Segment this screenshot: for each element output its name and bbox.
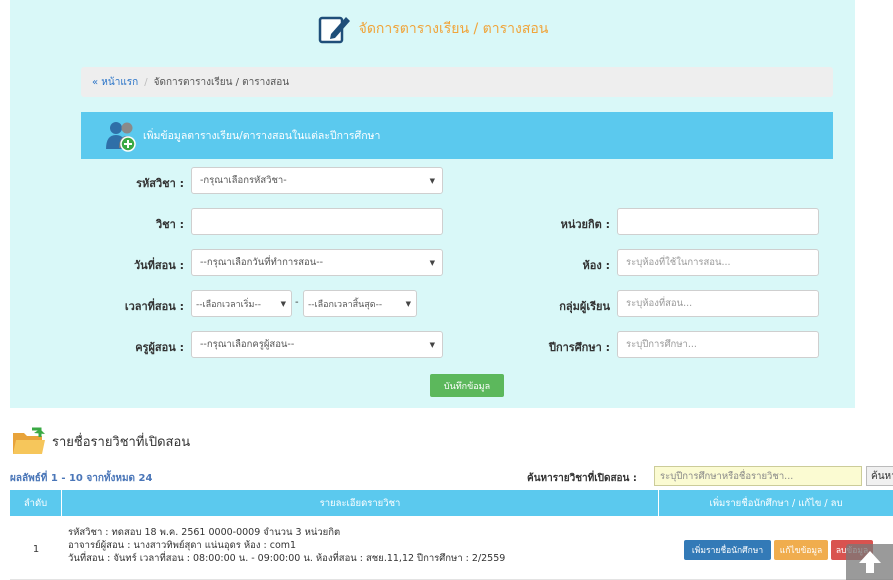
teacher-label: ครูผู้สอน : xyxy=(135,341,184,354)
teacher-selected: --กรุณาเลือกครูผู้สอน-- xyxy=(200,339,295,350)
time-dash: - xyxy=(295,297,299,308)
breadcrumb-home-link[interactable]: « หน้าแรก xyxy=(92,75,138,90)
time-row: เวลาที่สอน : --เลือกเวลาเริ่ม-- ▼ - --เล… xyxy=(10,290,855,318)
academic-year-placeholder: ระบุปีการศึกษา... xyxy=(626,339,697,350)
teacher-row: ครูผู้สอน : --กรุณาเลือกครูผู้สอน-- ▼ ปี… xyxy=(10,331,855,359)
study-group-input[interactable]: ระบุห้องที่สอน... xyxy=(617,290,819,317)
row-detail-line: รหัสวิชา : ทดสอบ 18 พ.ค. 2561 0000-0009 … xyxy=(68,527,341,538)
row-detail-line: อาจารย์ผู้สอน : นางสาวทิพย์สุดา แน่นอุดร… xyxy=(68,540,297,551)
study-group-placeholder: ระบุห้องที่สอน... xyxy=(626,298,693,309)
breadcrumb-current: จัดการตารางเรียน / ตารางสอน xyxy=(153,76,290,88)
page-header: จัดการตารางเรียน / ตารางสอน xyxy=(10,8,855,50)
row-detail: รหัสวิชา : ทดสอบ 18 พ.ค. 2561 0000-0009 … xyxy=(68,526,505,565)
chevron-down-icon: ▼ xyxy=(429,259,435,267)
time-label: เวลาที่สอน : xyxy=(124,300,184,313)
list-title: รายชื่อรายวิชาที่เปิดสอน xyxy=(52,434,191,450)
search-button[interactable]: ค้นหา xyxy=(866,466,893,486)
start-time-select[interactable]: --เลือกเวลาเริ่ม-- ▼ xyxy=(191,290,292,317)
row-number: 1 xyxy=(32,543,40,555)
day-select[interactable]: --กรุณาเลือกวันที่ทำการสอน-- ▼ xyxy=(191,249,443,276)
search-input[interactable]: ระบุปีการศึกษาหรือชื่อรายวิชา... xyxy=(654,466,862,486)
add-students-button[interactable]: เพิ่มรายชื่อนักศึกษา xyxy=(684,540,771,560)
search-placeholder: ระบุปีการศึกษาหรือชื่อรายวิชา... xyxy=(660,470,794,482)
subject-input[interactable] xyxy=(191,208,443,235)
form-card-header: เพิ่มข้อมูลตารางเรียน/ตารางสอนในแต่ละปีก… xyxy=(81,112,833,159)
credits-input[interactable] xyxy=(617,208,819,235)
chevron-down-icon: ▼ xyxy=(280,300,286,308)
subject-code-label: รหัสวิชา : xyxy=(136,177,184,190)
teacher-select[interactable]: --กรุณาเลือกครูผู้สอน-- ▼ xyxy=(191,331,443,358)
room-label: ห้อง : xyxy=(582,259,610,272)
credits-label: หน่วยกิต : xyxy=(560,218,610,231)
scroll-to-top-button[interactable] xyxy=(846,544,893,580)
form-panel: จัดการตารางเรียน / ตารางสอน « หน้าแรก / … xyxy=(10,0,855,408)
form-card-title: เพิ่มข้อมูลตารางเรียน/ตารางสอนในแต่ละปีก… xyxy=(143,130,381,142)
breadcrumb: « หน้าแรก / จัดการตารางเรียน / ตารางสอน xyxy=(81,67,833,97)
subject-code-row: รหัสวิชา : -กรุณาเลือกรหัสวิชา- ▼ xyxy=(10,167,855,195)
day-selected: --กรุณาเลือกวันที่ทำการสอน-- xyxy=(200,257,324,268)
save-button[interactable]: บันทึกข้อมูล xyxy=(430,374,504,397)
search-label: ค้นหารายวิชาที่เปิดสอน : xyxy=(527,473,637,484)
study-group-label: กลุ่มผู้เรียน xyxy=(559,300,610,313)
breadcrumb-separator: / xyxy=(144,76,148,88)
add-users-icon xyxy=(106,121,136,152)
room-input[interactable]: ระบุห้องที่ใช้ในการสอน... xyxy=(617,249,819,276)
academic-year-label: ปีการศึกษา : xyxy=(548,341,610,354)
edit-button[interactable]: แก้ไขข้อมูล xyxy=(774,540,828,560)
folder-icon xyxy=(13,427,45,454)
day-label: วันที่สอน : xyxy=(133,259,184,272)
chevron-down-icon: ▼ xyxy=(405,300,411,308)
arrow-up-icon xyxy=(858,551,881,573)
start-time-selected: --เลือกเวลาเริ่ม-- xyxy=(196,299,261,310)
edit-icon xyxy=(318,16,350,44)
room-placeholder: ระบุห้องที่ใช้ในการสอน... xyxy=(626,257,731,268)
end-time-select[interactable]: --เลือกเวลาสิ้นสุด-- ▼ xyxy=(303,290,417,317)
table-header: ลำดับ รายละเอียดรายวิชา เพิ่มรายชื่อนักศ… xyxy=(10,490,893,516)
page-root: จัดการตารางเรียน / ตารางสอน « หน้าแรก / … xyxy=(0,0,893,580)
column-header-no: ลำดับ xyxy=(10,490,62,516)
result-info: ผลลัพธ์ที่ 1 - 10 จากทั้งหมด 24 xyxy=(10,473,153,484)
chevron-down-icon: ▼ xyxy=(429,177,435,185)
table-row: 1 รหัสวิชา : ทดสอบ 18 พ.ค. 2561 0000-000… xyxy=(10,518,893,580)
column-header-actions: เพิ่มรายชื่อนักศึกษา / แก้ไข / ลบ xyxy=(709,497,843,509)
end-time-selected: --เลือกเวลาสิ้นสุด-- xyxy=(308,299,383,310)
list-header: รายชื่อรายวิชาที่เปิดสอน xyxy=(12,426,190,456)
column-header-detail: รายละเอียดรายวิชา xyxy=(62,490,659,516)
day-row: วันที่สอน : --กรุณาเลือกวันที่ทำการสอน--… xyxy=(10,249,855,277)
row-detail-line: วันที่สอน : จันทร์ เวลาที่สอน : 08:00:00… xyxy=(68,553,506,564)
subject-code-selected: -กรุณาเลือกรหัสวิชา- xyxy=(200,175,287,186)
subject-label: วิชา : xyxy=(155,218,184,231)
academic-year-input[interactable]: ระบุปีการศึกษา... xyxy=(617,331,819,358)
subject-row: วิชา : หน่วยกิต : xyxy=(10,208,855,236)
page-title: จัดการตารางเรียน / ตารางสอน xyxy=(358,21,549,37)
subject-code-select[interactable]: -กรุณาเลือกรหัสวิชา- ▼ xyxy=(191,167,443,194)
chevron-down-icon: ▼ xyxy=(429,341,435,349)
